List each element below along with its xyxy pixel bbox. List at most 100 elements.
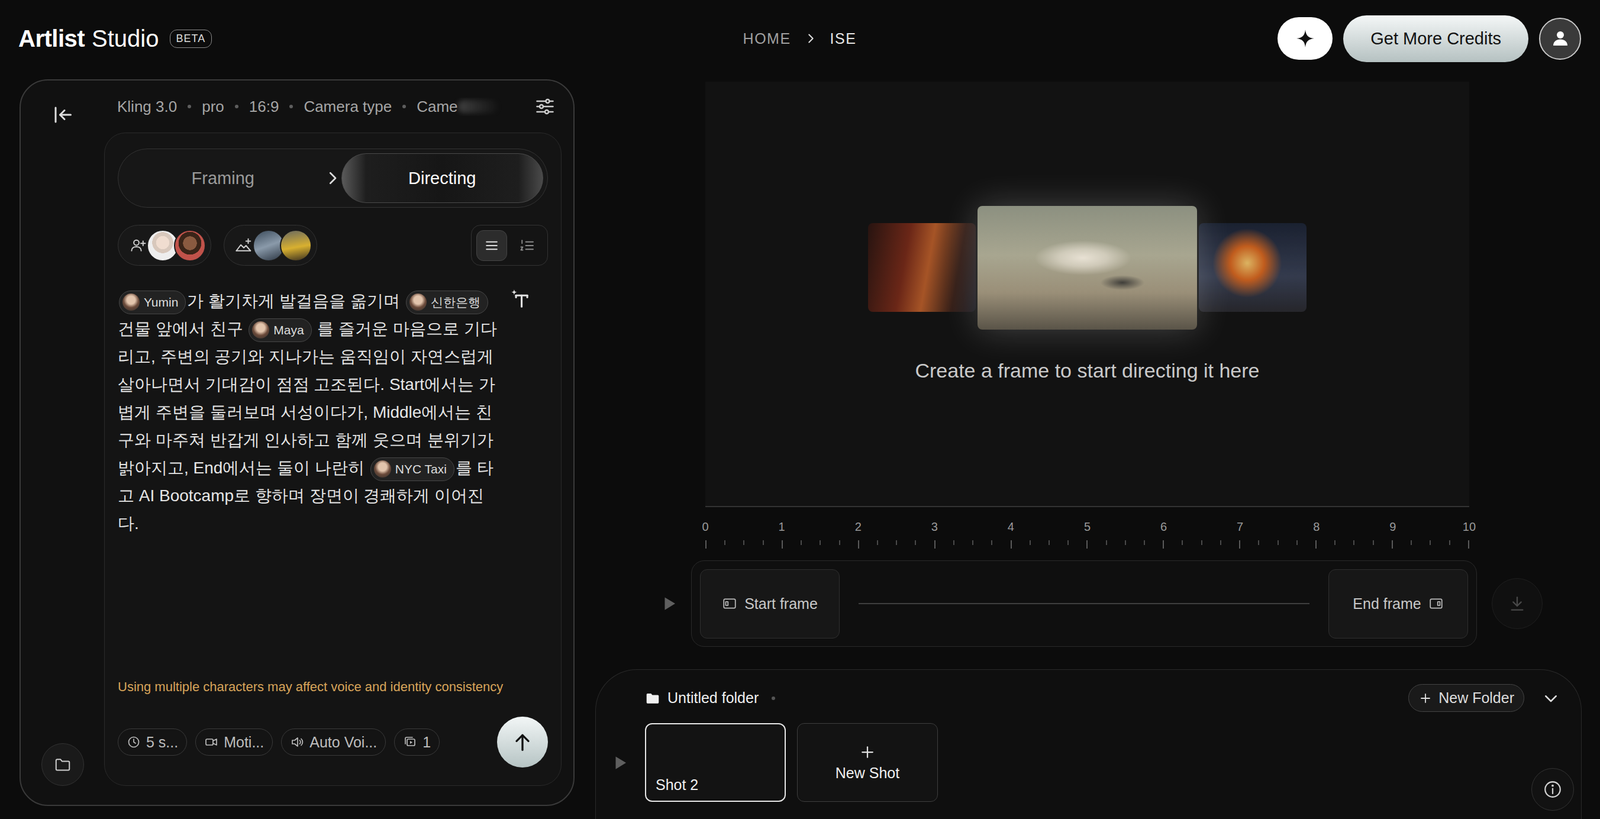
profile-button[interactable] bbox=[1539, 17, 1582, 60]
new-shot-button[interactable]: New Shot bbox=[797, 723, 938, 802]
ruler-tick bbox=[1296, 540, 1298, 545]
info-icon bbox=[1542, 779, 1563, 800]
mention-avatar bbox=[409, 293, 427, 311]
start-frame[interactable]: Start frame bbox=[700, 569, 840, 639]
ruler-tick bbox=[1086, 540, 1088, 549]
settings-summary[interactable]: Kling 3.0pro16:9Camera typeCame bbox=[117, 97, 535, 116]
folder-title: Untitled folder bbox=[667, 689, 759, 707]
character-assets[interactable] bbox=[117, 224, 212, 266]
product-name: Studio bbox=[91, 25, 159, 53]
mention-chip[interactable]: Maya bbox=[248, 318, 312, 343]
view-toggle bbox=[471, 224, 548, 266]
mode-tab[interactable]: Framing bbox=[122, 153, 324, 203]
ruler-tick bbox=[839, 540, 841, 545]
plus-icon bbox=[858, 743, 877, 761]
breadcrumb-item[interactable]: ISE bbox=[830, 30, 857, 48]
prompt-input[interactable]: Yumin가 활기차게 발걸음을 옮기며 신한은행 건물 앞에서 친구 Maya… bbox=[117, 286, 500, 538]
shot-label: New Shot bbox=[835, 764, 900, 782]
panel-rail bbox=[20, 80, 105, 805]
chevron-right-icon bbox=[323, 169, 342, 187]
ruler-tick bbox=[1220, 540, 1222, 545]
credits-button[interactable]: Get More Credits bbox=[1343, 15, 1529, 63]
start-frame-label: Start frame bbox=[744, 595, 818, 613]
option-chip[interactable]: Moti... bbox=[195, 728, 273, 756]
breadcrumb-item[interactable]: HOME bbox=[743, 30, 792, 48]
option-chip[interactable]: 5 s... bbox=[117, 728, 187, 756]
ruler-tick bbox=[1429, 540, 1431, 545]
tab-label: Framing bbox=[191, 168, 255, 189]
download-button[interactable] bbox=[1491, 578, 1543, 629]
frame-icon bbox=[1428, 595, 1444, 612]
sparkle-icon bbox=[1295, 28, 1316, 49]
ruler-tick bbox=[1143, 540, 1145, 545]
end-frame[interactable]: End frame bbox=[1328, 569, 1469, 639]
ruler-label: 2 bbox=[855, 520, 862, 534]
ruler-tick bbox=[1124, 540, 1127, 545]
person-icon bbox=[1549, 27, 1572, 50]
ruler-tick bbox=[857, 540, 860, 549]
shot-label: Shot 2 bbox=[655, 776, 699, 794]
preview-frame: Create a frame to start directing it her… bbox=[705, 81, 1470, 508]
play-icon[interactable] bbox=[660, 594, 679, 613]
separator-dot bbox=[234, 104, 239, 109]
video-camera-icon bbox=[204, 734, 219, 750]
play-icon[interactable] bbox=[611, 753, 629, 772]
ai-button[interactable] bbox=[1277, 17, 1333, 60]
new-folder-button[interactable]: New Folder bbox=[1408, 684, 1525, 712]
prompt-text-run: 건물 앞에서 친구 bbox=[117, 319, 248, 338]
preview-image bbox=[868, 223, 976, 312]
speaker-icon bbox=[289, 734, 305, 750]
ruler-tick bbox=[1029, 540, 1031, 545]
view-button[interactable] bbox=[476, 230, 508, 261]
mode-tab[interactable]: Directing bbox=[341, 153, 544, 203]
workspace: Kling 3.0pro16:9Camera typeCame Framing Di… bbox=[0, 76, 1600, 819]
send-button[interactable] bbox=[497, 716, 548, 768]
chevron-down-icon[interactable] bbox=[1542, 689, 1560, 708]
asset-thumbnail[interactable] bbox=[173, 229, 206, 262]
mention-name: Yumin bbox=[143, 295, 179, 309]
mention-chip[interactable]: Yumin bbox=[118, 290, 186, 315]
breadcrumb-label: HOME bbox=[743, 30, 792, 47]
ruler-tick bbox=[895, 540, 898, 545]
ruler-label: 3 bbox=[931, 520, 938, 534]
folder-icon bbox=[53, 755, 72, 774]
prompt-text-run: 를 즐거운 마음으로 기다리고, 주변의 공기와 지나가는 움직임이 자연스럽게… bbox=[117, 319, 498, 477]
chevron-right-icon bbox=[804, 31, 818, 45]
ruler-label: 8 bbox=[1313, 520, 1320, 534]
ruler-tick bbox=[800, 540, 802, 545]
mention-chip[interactable]: NYC Taxi bbox=[370, 457, 455, 482]
ruler-tick bbox=[972, 540, 974, 545]
ruler-labels: 012345678910 bbox=[705, 517, 1470, 536]
ruler-tick bbox=[1468, 540, 1470, 549]
shot-content: Shot 2 bbox=[646, 724, 785, 801]
mention-chip[interactable]: 신한은행 bbox=[405, 290, 489, 315]
folder-button[interactable] bbox=[41, 743, 85, 786]
ruler-label: 7 bbox=[1236, 520, 1244, 534]
option-chip[interactable]: 1 bbox=[394, 728, 440, 756]
option-chip[interactable]: Auto Voi... bbox=[281, 728, 386, 756]
time-ruler[interactable]: 012345678910 bbox=[705, 517, 1470, 550]
info-button[interactable] bbox=[1531, 768, 1574, 811]
text-enhance-icon[interactable] bbox=[509, 286, 532, 310]
ruler-tick bbox=[1181, 540, 1183, 545]
mention-avatar bbox=[252, 321, 270, 339]
shot-card[interactable]: Shot 2 bbox=[644, 723, 786, 802]
view-button[interactable] bbox=[511, 230, 543, 261]
asset-thumbnail[interactable] bbox=[279, 229, 312, 262]
left-panel: Kling 3.0pro16:9Camera typeCame Framing Di… bbox=[19, 79, 575, 806]
sliders-icon[interactable] bbox=[534, 95, 556, 118]
preview-image bbox=[977, 205, 1198, 330]
ruler-tick bbox=[1410, 540, 1412, 545]
mention-avatar bbox=[373, 460, 392, 478]
ruler-tick bbox=[991, 540, 993, 545]
ruler-tick bbox=[876, 540, 879, 545]
prompt-area: Yumin가 활기차게 발걸음을 옮기며 신한은행 건물 앞에서 친구 Maya… bbox=[117, 286, 548, 672]
setting-item: Camera type bbox=[303, 97, 392, 116]
panel-content: Kling 3.0pro16:9Camera typeCame Framing Di… bbox=[104, 80, 574, 805]
collapse-icon[interactable] bbox=[52, 104, 74, 126]
copies-icon bbox=[402, 734, 418, 750]
logo[interactable]: ArtlistStudioBETA bbox=[18, 25, 744, 53]
folder-name[interactable]: Untitled folder bbox=[644, 689, 776, 707]
options-row: 5 s... Moti... Auto Voi... 1 bbox=[117, 716, 548, 768]
location-assets[interactable] bbox=[223, 224, 318, 266]
